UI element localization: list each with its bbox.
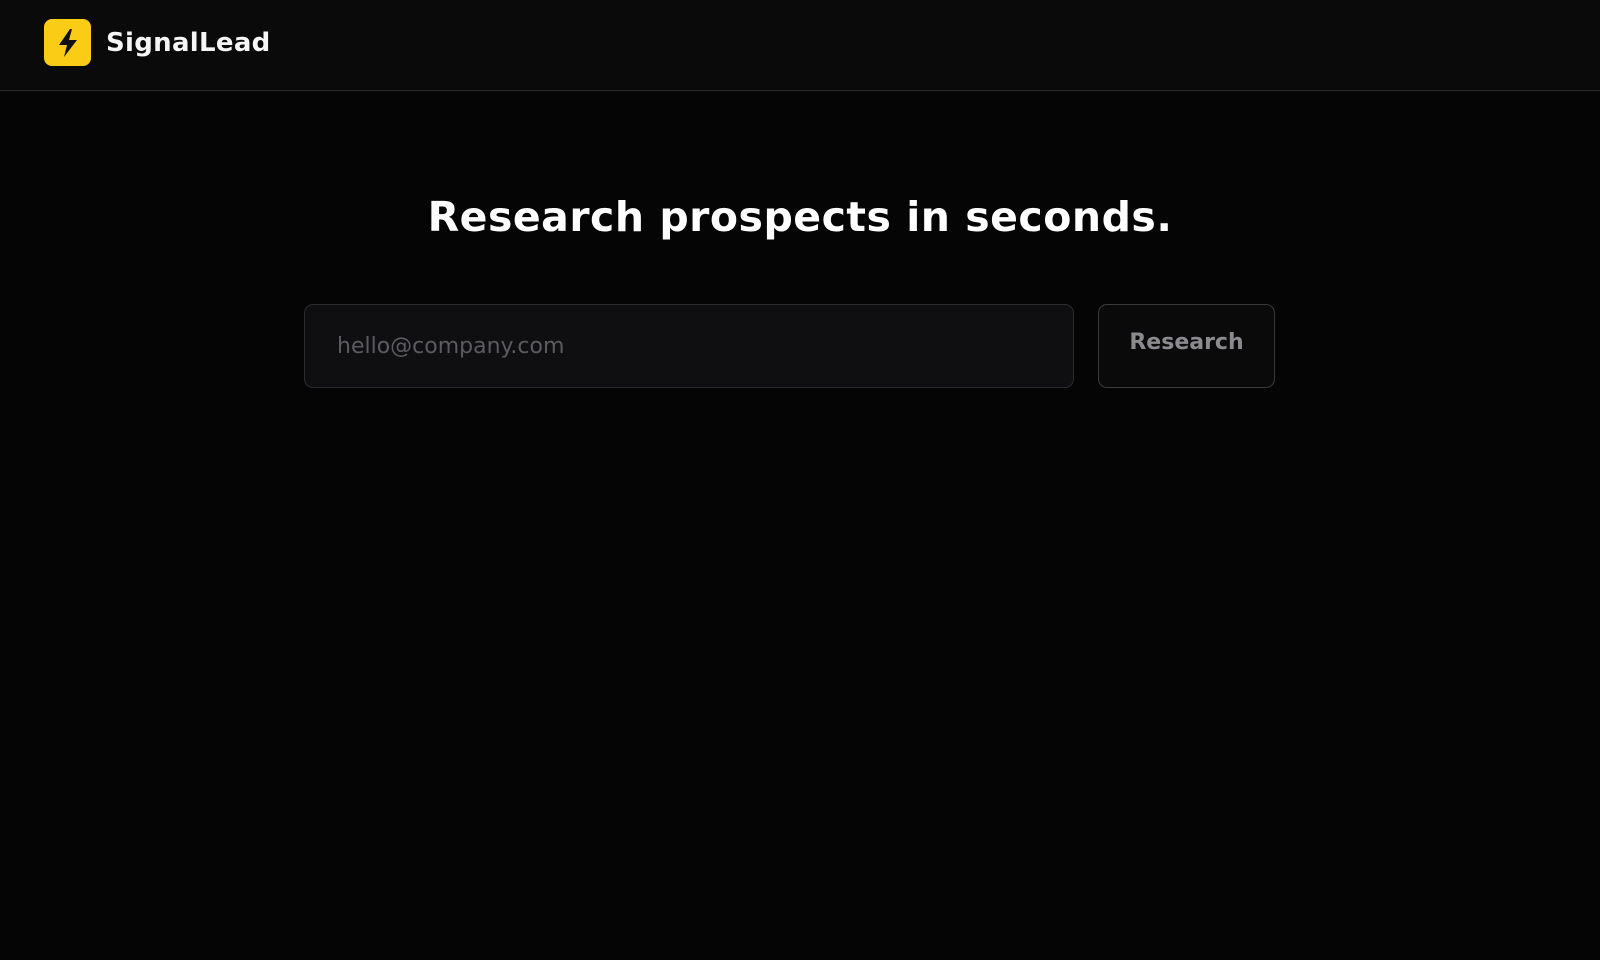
- top-header: SignalLead: [0, 0, 1600, 91]
- page-headline: Research prospects in seconds.: [427, 193, 1173, 241]
- brand-name: SignalLead: [106, 27, 271, 58]
- lightning-bolt-icon: [44, 19, 91, 66]
- brand[interactable]: SignalLead: [44, 19, 271, 66]
- lightning-bolt-icon-graphic: [58, 28, 77, 57]
- email-search-input[interactable]: [304, 304, 1074, 388]
- research-button[interactable]: Research: [1098, 304, 1275, 388]
